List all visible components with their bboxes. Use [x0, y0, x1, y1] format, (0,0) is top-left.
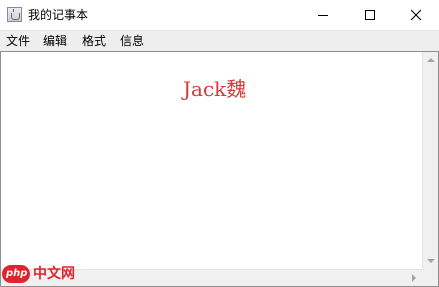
close-icon: [410, 9, 422, 21]
editor-text[interactable]: Jack魏: [183, 77, 246, 101]
minimize-button[interactable]: [300, 0, 346, 30]
menu-format[interactable]: 格式: [82, 33, 106, 49]
php-cn-watermark: php 中文网: [2, 264, 92, 284]
scroll-right-arrow-icon[interactable]: [412, 274, 416, 282]
maximize-icon: [365, 10, 375, 20]
text-editor-area[interactable]: Jack魏: [0, 51, 439, 287]
menu-info[interactable]: 信息: [120, 33, 144, 49]
title-bar[interactable]: 我的记事本: [0, 0, 439, 30]
watermark-site-text: 中文网: [33, 266, 75, 282]
php-logo: php: [2, 265, 30, 283]
scrollbar-corner: [422, 269, 438, 286]
php-logo-text: php: [6, 268, 28, 279]
scroll-up-arrow-icon[interactable]: [427, 58, 435, 62]
maximize-button[interactable]: [347, 0, 393, 30]
java-cup-icon: [7, 7, 22, 22]
vertical-scrollbar[interactable]: [422, 52, 438, 269]
window-title: 我的记事本: [28, 8, 89, 22]
minimize-icon: [318, 15, 328, 16]
menu-bar: 文件 编辑 格式 信息: [0, 30, 439, 51]
menu-file[interactable]: 文件: [6, 33, 30, 49]
menu-edit[interactable]: 编辑: [43, 33, 67, 49]
scroll-down-arrow-icon[interactable]: [427, 259, 435, 263]
close-button[interactable]: [393, 0, 439, 30]
notepad-window: 我的记事本 文件 编辑 格式 信息 Jack魏 php 中文网: [0, 0, 439, 287]
